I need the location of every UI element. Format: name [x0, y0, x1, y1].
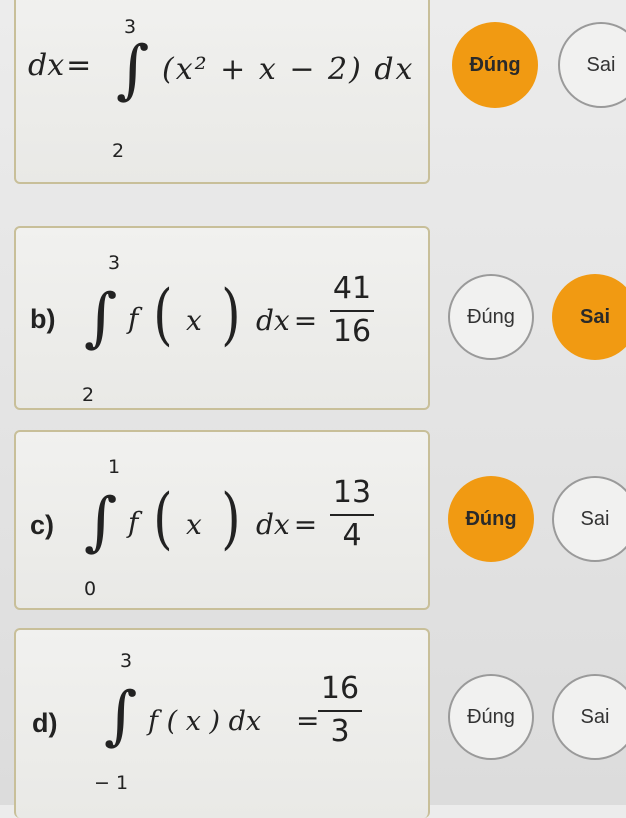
question-d-false-label: Sai	[580, 705, 610, 728]
question-d-true-button[interactable]: Đúng	[448, 674, 534, 760]
question-c-false-label: Sai	[580, 507, 610, 530]
question-b-denominator: 16	[332, 313, 372, 349]
question-c-x: x	[186, 508, 202, 541]
question-d-label: d)	[32, 708, 58, 738]
question-b-fraction: 41 16	[330, 271, 374, 349]
question-d-denominator: 3	[330, 713, 350, 749]
question-a-lhs: dx=	[28, 48, 91, 83]
integral-sign-c: ∫	[84, 485, 118, 559]
question-b-f: f	[128, 302, 139, 335]
question-c-false-button[interactable]: Sai	[552, 476, 626, 562]
question-c-fraction: 13 4	[330, 475, 374, 553]
question-d-fraction-bar	[318, 709, 362, 712]
question-d-equals: =	[296, 704, 320, 737]
question-b-fraction-bar	[330, 309, 374, 312]
question-c-numerator: 13	[332, 475, 372, 510]
question-b-close-paren: )	[221, 276, 241, 353]
question-b-label: b)	[30, 304, 56, 334]
question-d-lower-limit: − 1	[94, 772, 129, 794]
integral-sign-d: ∫	[104, 679, 138, 753]
question-b-true-label: Đúng	[467, 305, 515, 328]
question-b-numerator: 41	[332, 271, 372, 306]
question-b-true-button[interactable]: Đúng	[448, 274, 534, 360]
question-b-dx-text: dx	[256, 304, 290, 337]
question-c-close-paren: )	[221, 480, 241, 557]
question-b-false-label: Sai	[579, 305, 611, 328]
question-card-a	[14, 0, 430, 184]
question-c-dx: dx =	[256, 508, 317, 541]
question-b-x: x	[186, 304, 202, 337]
question-c-open-paren: (	[153, 480, 173, 557]
question-a-upper-limit: 3	[124, 16, 137, 38]
question-c-denominator: 4	[342, 517, 362, 553]
question-c-fraction-bar	[330, 513, 374, 516]
question-d-integrand: f ( x ) dx	[148, 706, 262, 737]
question-c-true-label: Đúng	[465, 507, 517, 530]
question-d-true-label: Đúng	[467, 705, 515, 728]
integral-sign-a: ∫	[116, 33, 150, 107]
question-a-equals: =	[66, 48, 92, 83]
question-d-false-button[interactable]: Sai	[552, 674, 626, 760]
question-c-dx-text: dx	[256, 508, 290, 541]
question-c-f: f	[128, 506, 139, 539]
question-c-upper-limit: 1	[108, 456, 121, 478]
question-d-fraction: 16 3	[318, 671, 362, 749]
question-a-lower-limit: 2	[112, 140, 125, 162]
question-b-equals: =	[293, 304, 318, 337]
question-d-upper-limit: 3	[120, 650, 133, 672]
question-b-open-paren: (	[153, 276, 173, 353]
question-a-false-label: Sai	[586, 53, 616, 76]
question-c-label: c)	[30, 510, 55, 540]
question-c-true-button[interactable]: Đúng	[448, 476, 534, 562]
question-d-numerator: 16	[320, 671, 360, 706]
question-c-lower-limit: 0	[84, 578, 97, 600]
question-a-dx: dx	[28, 48, 65, 83]
question-b-false-button[interactable]: Sai	[552, 274, 626, 360]
question-a-true-button[interactable]: Đúng	[452, 22, 538, 108]
question-b-lower-limit: 2	[82, 384, 95, 406]
question-a-false-button[interactable]: Sai	[558, 22, 626, 108]
question-c-equals: =	[293, 508, 318, 541]
integral-sign-b: ∫	[84, 281, 118, 355]
question-b-dx: dx =	[256, 304, 317, 337]
question-a-integrand: (x² + x − 2) dx	[162, 52, 415, 87]
question-a-true-label: Đúng	[469, 53, 521, 76]
question-b-upper-limit: 3	[108, 252, 121, 274]
